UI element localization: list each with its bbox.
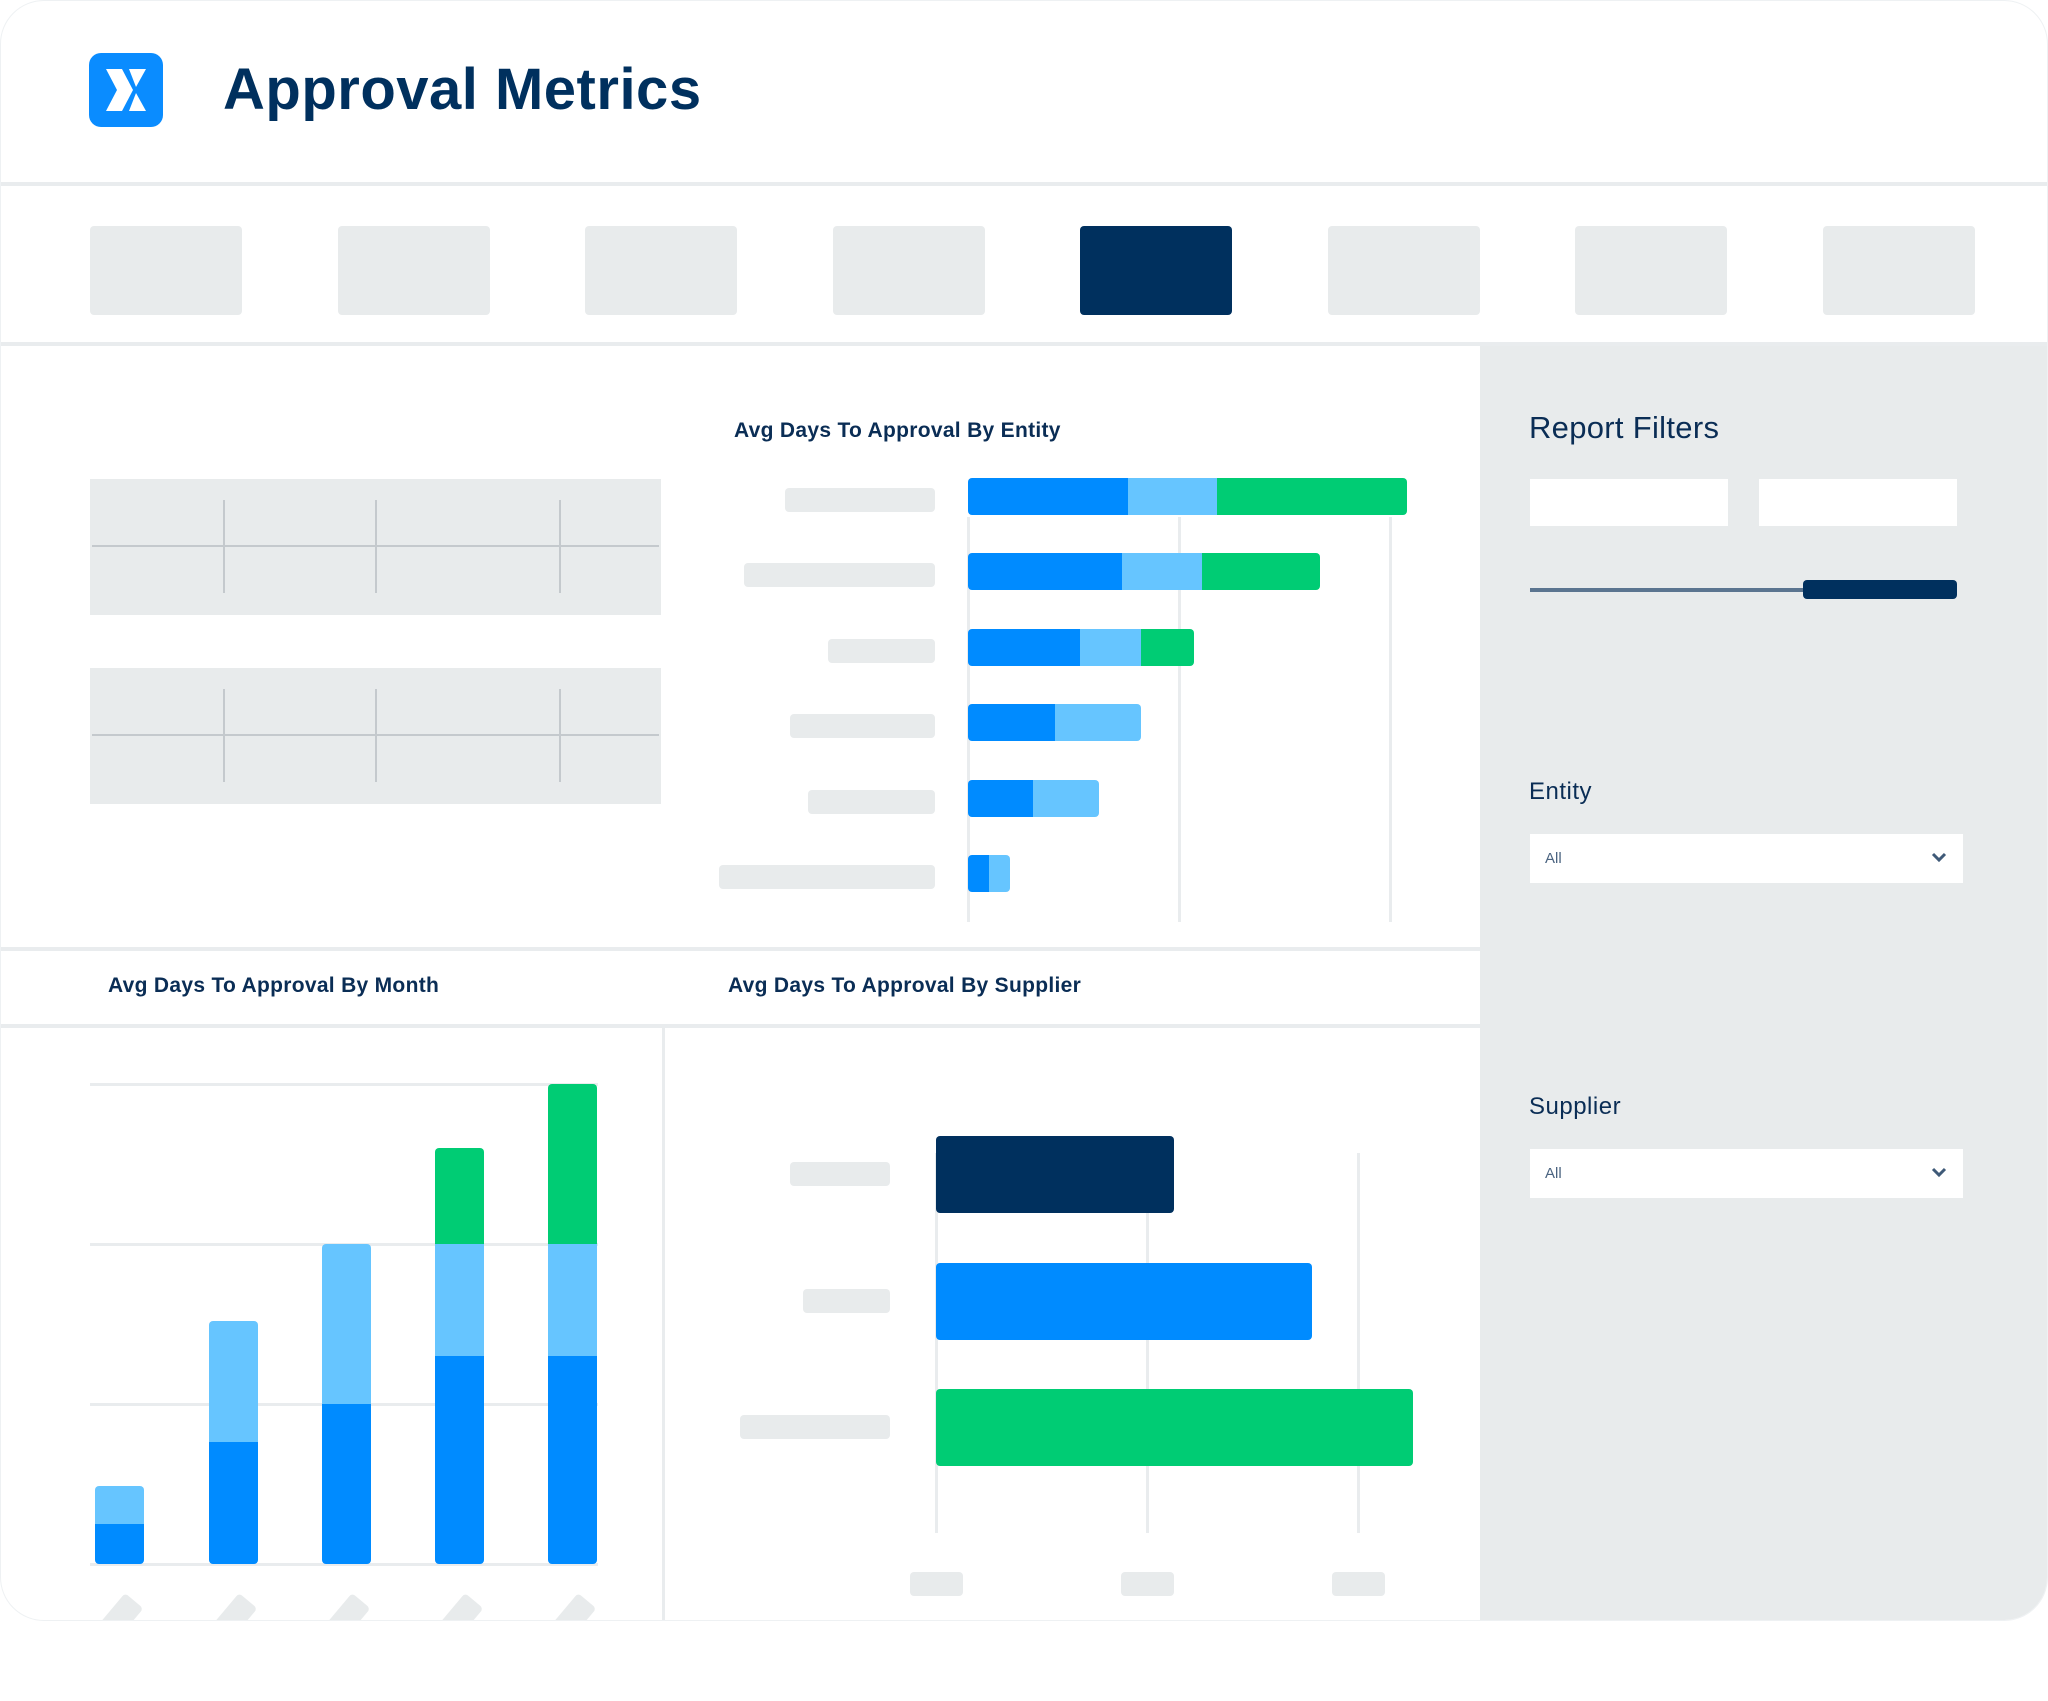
section-divider	[1, 1024, 1480, 1028]
tab-4[interactable]	[833, 226, 985, 315]
entity-bar-segment	[1033, 779, 1099, 817]
tab-5-active[interactable]	[1080, 226, 1232, 315]
month-bar-segment	[95, 1485, 144, 1524]
supplier-label-placeholder	[803, 1289, 890, 1313]
month-tick-label-placeholder	[82, 1593, 144, 1620]
entity-gridline	[1389, 517, 1392, 922]
report-filters-title: Report Filters	[1529, 410, 1720, 445]
entity-bar-segment	[968, 628, 1080, 666]
entity-label-placeholder	[719, 865, 935, 889]
section-divider	[1, 947, 1480, 951]
entity-select-value: All	[1545, 850, 1562, 867]
month-bar-segment	[209, 1442, 258, 1564]
kpi-placeholder-2	[90, 668, 661, 804]
placeholder-line	[223, 500, 225, 593]
entity-label-placeholder	[808, 789, 935, 814]
month-bar-segment	[435, 1148, 484, 1244]
month-tick-label-placeholder	[422, 1593, 484, 1620]
supplier-gridline	[1357, 1153, 1360, 1533]
entity-bar-segment	[1141, 628, 1194, 666]
tab-1[interactable]	[90, 226, 242, 315]
supplier-label-placeholder	[790, 1162, 890, 1186]
entity-label-placeholder	[828, 638, 935, 663]
month-tick-label-placeholder	[535, 1593, 597, 1620]
tab-3[interactable]	[585, 226, 737, 315]
supplier-bar	[936, 1389, 1413, 1466]
month-bar-segment	[548, 1244, 597, 1356]
month-gridline	[90, 1083, 598, 1086]
entity-bar-segment	[1054, 704, 1141, 742]
date-from-input[interactable]	[1530, 479, 1728, 526]
month-bar-segment	[322, 1244, 371, 1404]
tab-6[interactable]	[1328, 226, 1480, 315]
entity-label-placeholder	[790, 714, 935, 739]
tab-7[interactable]	[1575, 226, 1727, 315]
kpi-placeholder-1	[90, 479, 661, 615]
page-title: Approval Metrics	[223, 57, 702, 122]
header-divider	[1, 182, 2047, 186]
range-slider-handle[interactable]	[1803, 580, 1957, 599]
supplier-tick-label-placeholder	[1332, 1572, 1385, 1596]
month-bar-segment	[322, 1404, 371, 1564]
chart-divider	[662, 1026, 665, 1620]
range-slider-track[interactable]	[1530, 588, 1804, 592]
entity-bar-segment	[1216, 478, 1407, 515]
entity-label-placeholder	[744, 563, 935, 588]
entity-filter-label: Entity	[1529, 778, 1593, 805]
date-to-input[interactable]	[1759, 479, 1957, 526]
placeholder-line	[559, 500, 561, 593]
entity-bar-segment	[968, 855, 990, 892]
supplier-tick-label-placeholder	[1121, 1572, 1174, 1596]
month-chart-title: Avg Days To Approval By Month	[108, 974, 440, 997]
app-logo-icon	[89, 53, 163, 127]
supplier-filter-label: Supplier	[1529, 1093, 1622, 1120]
chevron-down-icon	[1931, 852, 1947, 863]
entity-bar-segment	[1128, 478, 1217, 515]
entity-label-placeholder	[785, 488, 935, 512]
month-bar-segment	[209, 1320, 258, 1443]
month-bar-segment	[435, 1356, 484, 1564]
supplier-bar	[936, 1263, 1312, 1340]
entity-bar-segment	[1202, 553, 1321, 591]
entity-bar-segment	[1122, 553, 1203, 591]
tab-8[interactable]	[1823, 226, 1975, 315]
month-tick-label-placeholder	[196, 1593, 258, 1620]
supplier-label-placeholder	[740, 1415, 890, 1439]
dashboard-card: Approval Metrics Avg Days To Approval By…	[0, 0, 2048, 1621]
entity-bar-segment	[968, 478, 1129, 515]
entity-bar-segment	[989, 855, 1011, 892]
month-tick-label-placeholder	[309, 1593, 371, 1620]
supplier-select[interactable]: All	[1530, 1149, 1963, 1198]
entity-select[interactable]: All	[1530, 834, 1963, 883]
month-bar-segment	[548, 1356, 597, 1564]
supplier-select-value: All	[1545, 1165, 1562, 1182]
supplier-tick-label-placeholder	[910, 1572, 963, 1596]
month-bar-segment	[95, 1524, 144, 1564]
entity-bar-segment	[968, 553, 1123, 591]
month-bar-segment	[435, 1244, 484, 1356]
supplier-chart-title: Avg Days To Approval By Supplier	[728, 974, 1082, 997]
entity-chart-title: Avg Days To Approval By Entity	[734, 419, 1061, 442]
placeholder-line	[223, 689, 225, 782]
report-filters-sidebar: Report Filters Entity All Supplier All	[1480, 346, 2047, 1620]
placeholder-line	[559, 689, 561, 782]
supplier-bar	[936, 1136, 1175, 1213]
chevron-down-icon	[1931, 1167, 1947, 1178]
entity-bar-segment	[968, 704, 1055, 742]
tab-2[interactable]	[338, 226, 490, 315]
entity-bar-segment	[968, 779, 1034, 817]
month-bar-segment	[548, 1084, 597, 1244]
entity-bar-segment	[1079, 628, 1142, 666]
placeholder-line	[375, 500, 377, 593]
placeholder-line	[375, 689, 377, 782]
